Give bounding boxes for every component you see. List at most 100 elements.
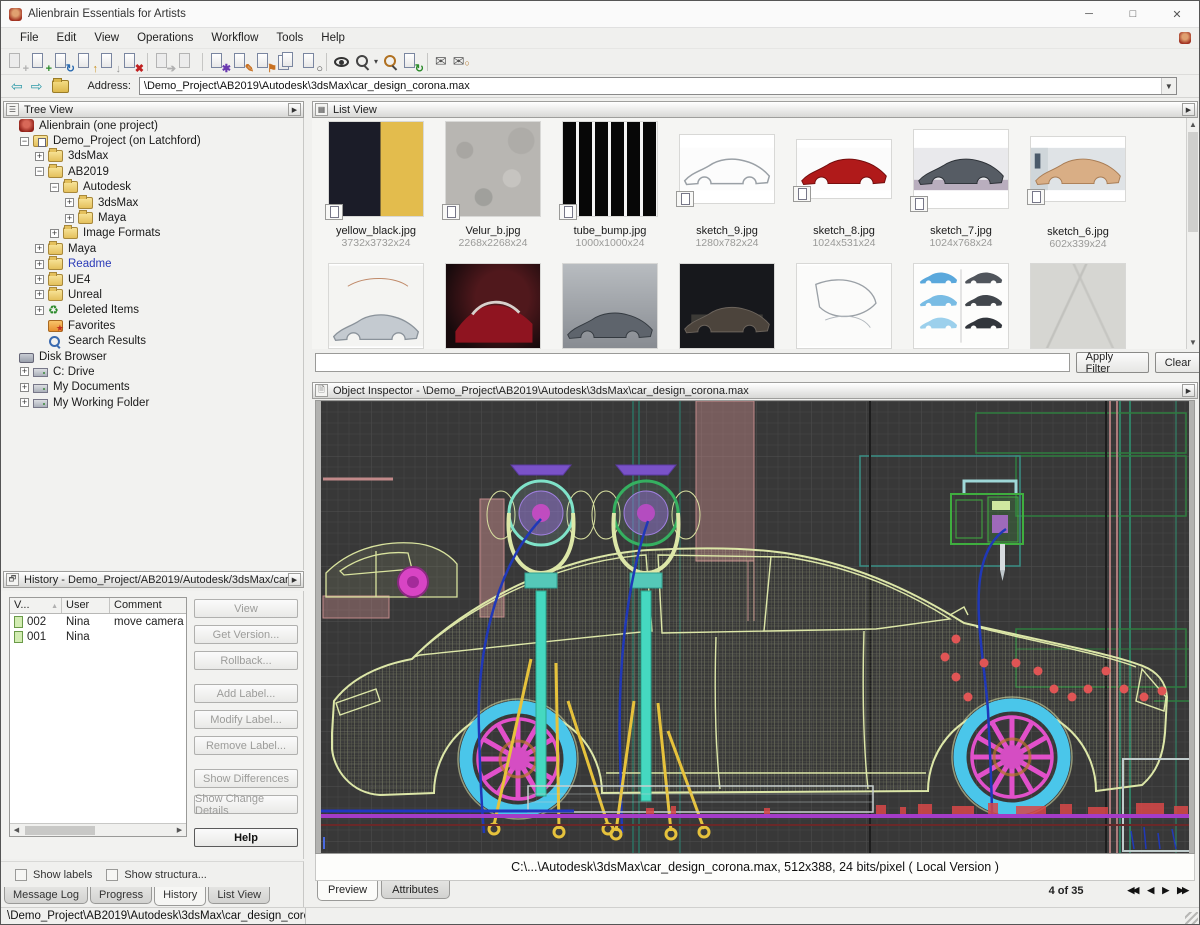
undo-checkout-icon[interactable]: ↓ xyxy=(98,51,119,72)
find-in-files-icon[interactable]: ○ xyxy=(300,51,321,72)
import-files-icon[interactable]: ✱ xyxy=(208,51,229,72)
file-thumbnail[interactable]: sketch_9.jpg1280x782x24 xyxy=(671,121,783,249)
tree-item-autodesk[interactable]: −Autodesk xyxy=(1,180,303,195)
expand-icon[interactable]: + xyxy=(35,152,44,161)
delete-file-icon[interactable]: ✖ xyxy=(121,51,142,72)
add-file-icon[interactable]: + xyxy=(29,51,50,72)
tree-item-deleted-items[interactable]: +♻Deleted Items xyxy=(1,303,303,318)
tab-list-view[interactable]: List View xyxy=(208,887,270,904)
tab-preview[interactable]: Preview xyxy=(317,881,378,901)
collapse-icon[interactable]: − xyxy=(35,167,44,176)
expand-icon[interactable]: + xyxy=(50,229,59,238)
first-page-icon[interactable]: ◀◀ xyxy=(1127,885,1137,896)
edit-file-icon[interactable]: ✎ xyxy=(231,51,252,72)
tree-item-ue4[interactable]: +UE4 xyxy=(1,272,303,287)
tab-history[interactable]: History xyxy=(154,887,206,906)
menu-tools[interactable]: Tools xyxy=(267,30,312,46)
column-user[interactable]: User xyxy=(62,598,110,613)
expand-icon[interactable]: + xyxy=(20,367,29,376)
history-row[interactable]: 001 Nina xyxy=(10,629,186,644)
scroll-up-icon[interactable]: ▲ xyxy=(1187,118,1199,131)
sync-icon[interactable]: ↻ xyxy=(401,51,422,72)
menu-edit[interactable]: Edit xyxy=(48,30,86,46)
file-thumbnail[interactable]: tube_bump.jpg1000x1000x24 xyxy=(554,121,666,249)
clear-filter-button[interactable]: Clear xyxy=(1155,352,1200,373)
file-thumbnail[interactable] xyxy=(1022,263,1134,349)
mail-icon[interactable]: ✉ xyxy=(435,53,447,70)
expand-icon[interactable]: + xyxy=(35,290,44,299)
tree-item-autodesk-maya[interactable]: +Maya xyxy=(1,210,303,225)
column-version[interactable]: V...▲ xyxy=(10,598,62,613)
menu-view[interactable]: View xyxy=(85,30,128,46)
resize-grip[interactable] xyxy=(1185,912,1198,925)
history-row[interactable]: 002 Nina move camera xyxy=(10,614,186,629)
expand-icon[interactable]: + xyxy=(20,383,29,392)
export-icon[interactable]: ➔ xyxy=(153,51,174,72)
tab-progress[interactable]: Progress xyxy=(90,887,152,904)
expand-icon[interactable]: + xyxy=(20,398,29,407)
tree-item-image-formats[interactable]: +Image Formats xyxy=(1,226,303,241)
file-thumbnail[interactable]: sketch_8.jpg1024x531x24 xyxy=(788,121,900,249)
file-thumbnail[interactable] xyxy=(905,263,1017,349)
show-differences-button[interactable]: Show Differences xyxy=(194,769,298,788)
menu-workflow[interactable]: Workflow xyxy=(202,30,267,46)
find-folder-icon[interactable] xyxy=(380,52,400,72)
help-button[interactable]: Help xyxy=(194,828,298,847)
expand-icon[interactable]: + xyxy=(35,244,44,253)
tab-attributes[interactable]: Attributes xyxy=(381,881,449,899)
tree-item-favorites[interactable]: Favorites xyxy=(1,318,303,333)
tree-item-my-working-folder[interactable]: +My Working Folder xyxy=(1,395,303,410)
expand-icon[interactable]: + xyxy=(65,198,74,207)
tree-item-my-documents[interactable]: +My Documents xyxy=(1,380,303,395)
tree-view-expand-icon[interactable]: ▶ xyxy=(288,103,301,116)
address-dropdown-icon[interactable]: ▼ xyxy=(1161,78,1176,94)
list-view-vscrollbar[interactable]: ▲ ▼ xyxy=(1186,118,1199,349)
history-hscrollbar[interactable]: ◀ ▶ xyxy=(10,823,186,836)
menu-help[interactable]: Help xyxy=(312,30,354,46)
scroll-left-icon[interactable]: ◀ xyxy=(10,826,23,834)
back-icon[interactable]: ⇦ xyxy=(11,79,23,93)
file-thumbnail[interactable] xyxy=(437,263,549,349)
tree-item-c-drive[interactable]: +C: Drive xyxy=(1,364,303,379)
get-version-button[interactable]: Get Version... xyxy=(194,625,298,644)
scroll-thumb[interactable] xyxy=(25,826,95,835)
zoom-icon[interactable] xyxy=(352,52,372,72)
blank-file-icon[interactable] xyxy=(176,51,197,72)
add-label-button[interactable]: Add Label... xyxy=(194,684,298,703)
tree-item-disk-browser[interactable]: Disk Browser xyxy=(1,349,303,364)
tree-item-readme[interactable]: +Readme xyxy=(1,257,303,272)
forward-icon[interactable]: ⇨ xyxy=(31,79,43,93)
last-page-icon[interactable]: ▶▶ xyxy=(1177,885,1187,896)
tree-item-unreal[interactable]: +Unreal xyxy=(1,287,303,302)
zoom-dropdown-icon[interactable]: ▾ xyxy=(374,57,378,66)
next-page-icon[interactable]: ▶ xyxy=(1162,885,1167,896)
tab-message-log[interactable]: Message Log xyxy=(4,887,88,904)
tree-item-search-results[interactable]: Search Results xyxy=(1,333,303,348)
file-thumbnail[interactable]: Velur_b.jpg2268x2268x24 xyxy=(437,121,549,249)
menu-operations[interactable]: Operations xyxy=(128,30,202,46)
preview-viewport[interactable] xyxy=(315,400,1195,854)
show-structure-checkbox[interactable] xyxy=(106,869,118,881)
show-labels-checkbox[interactable] xyxy=(15,869,27,881)
tree-item-alienbrain[interactable]: Alienbrain (one project) xyxy=(1,118,303,133)
check-in-icon[interactable]: ↑ xyxy=(75,51,96,72)
rollback-button[interactable]: Rollback... xyxy=(194,651,298,670)
address-input[interactable] xyxy=(140,80,1161,92)
column-comment[interactable]: Comment xyxy=(110,598,186,613)
tree-item-maya[interactable]: +Maya xyxy=(1,241,303,256)
tree-item-ab2019[interactable]: −AB2019 xyxy=(1,164,303,179)
list-view-expand-icon[interactable]: ▶ xyxy=(1182,103,1195,116)
file-thumbnail[interactable]: sketch_6.jpg602x339x24 xyxy=(1022,121,1134,250)
scroll-thumb[interactable] xyxy=(1188,132,1198,232)
up-folder-icon[interactable] xyxy=(52,80,69,93)
apply-filter-button[interactable]: Apply Filter xyxy=(1076,352,1149,373)
tree-item-autodesk-3dsmax[interactable]: +3dsMax xyxy=(1,195,303,210)
label-file-icon[interactable]: ⚑ xyxy=(254,51,275,72)
expand-icon[interactable]: + xyxy=(35,260,44,269)
view-button[interactable]: View xyxy=(194,599,298,618)
menu-file[interactable]: File xyxy=(11,30,48,46)
maximize-button[interactable]: □ xyxy=(1111,1,1155,27)
file-thumbnail[interactable] xyxy=(554,263,666,349)
check-out-icon[interactable]: ↻ xyxy=(52,51,73,72)
tree-item-demo-project[interactable]: −Demo_Project (on Latchford) xyxy=(1,133,303,148)
